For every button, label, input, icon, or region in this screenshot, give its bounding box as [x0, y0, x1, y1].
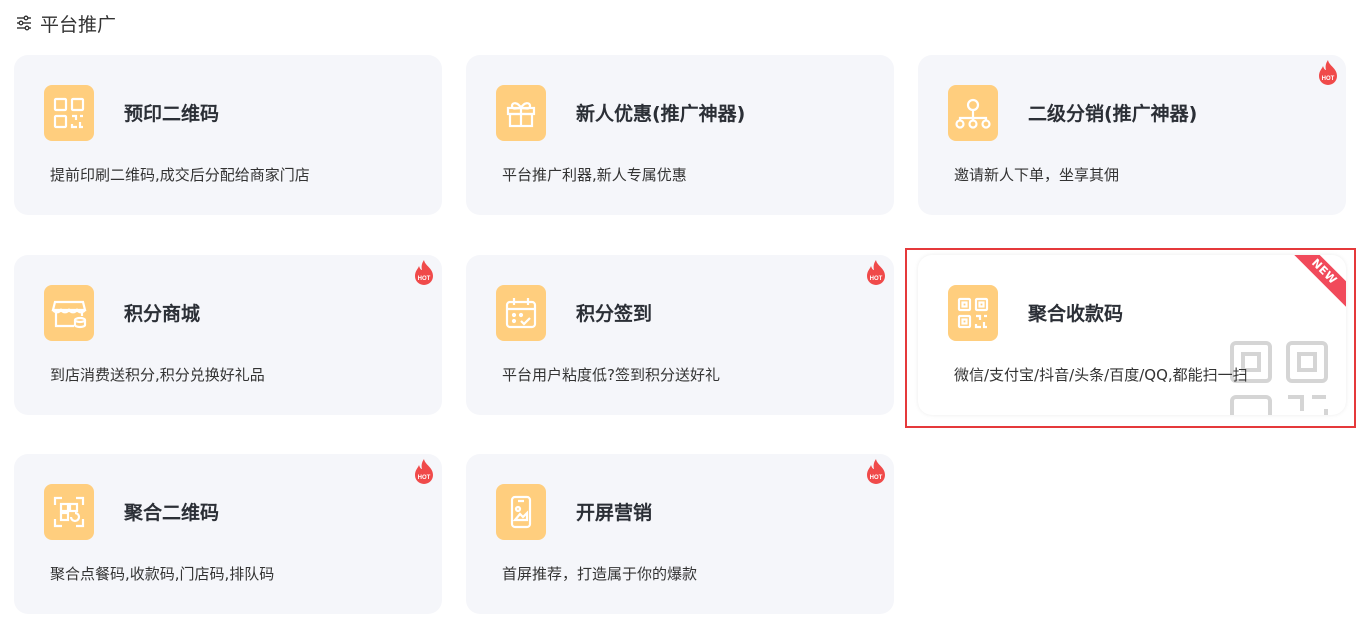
card-splash-marketing[interactable]: 开屏营销 首屏推荐，打造属于你的爆款 HOT	[466, 454, 894, 614]
store-icon	[44, 285, 94, 341]
gift-icon	[496, 85, 546, 141]
qrcode-icon	[44, 85, 94, 141]
card-desc: 邀请新人下单，坐享其佣	[954, 166, 1120, 184]
card-new-user-promo[interactable]: 新人优惠(推广神器) 平台推广利器,新人专属优惠	[466, 55, 894, 215]
card-title: 聚合收款码	[1028, 303, 1124, 325]
hot-badge-icon: HOT	[415, 260, 433, 285]
hot-badge-icon: HOT	[867, 260, 885, 285]
card-title: 积分商城	[124, 303, 201, 325]
hot-badge-label: HOT	[1322, 76, 1335, 82]
new-badge: NEW	[1285, 255, 1346, 311]
card-title: 开屏营销	[576, 502, 653, 524]
section-title: 平台推广	[40, 13, 117, 36]
hot-badge-icon: HOT	[415, 459, 433, 484]
card-title: 聚合二维码	[124, 502, 220, 524]
section-header: 平台推广	[16, 10, 116, 36]
hot-badge-icon: HOT	[1319, 60, 1337, 85]
hot-badge-label: HOT	[418, 475, 431, 481]
card-desc: 微信/支付宝/抖音/头条/百度/QQ,都能扫一扫	[954, 366, 1248, 384]
card-preprint-qr[interactable]: 预印二维码 提前印刷二维码,成交后分配给商家门店	[14, 55, 442, 215]
card-two-level-distribution[interactable]: 二级分销(推广神器) 邀请新人下单，坐享其佣 HOT	[918, 55, 1346, 215]
hot-badge-label: HOT	[418, 276, 431, 282]
card-title: 二级分销(推广神器)	[1028, 103, 1198, 125]
card-title: 新人优惠(推广神器)	[576, 103, 746, 125]
sliders-icon	[17, 15, 31, 31]
card-points-mall[interactable]: 积分商城 到店消费送积分,积分兑换好礼品 HOT	[14, 255, 442, 415]
calendar-check-icon	[496, 285, 546, 341]
card-desc: 到店消费送积分,积分兑换好礼品	[50, 366, 265, 384]
hot-badge-label: HOT	[870, 475, 883, 481]
hot-badge-icon: HOT	[867, 459, 885, 484]
network-icon	[948, 85, 998, 141]
card-title: 积分签到	[576, 303, 653, 325]
card-desc: 聚合点餐码,收款码,门店码,排队码	[50, 565, 275, 583]
scan-qr-icon	[44, 484, 94, 540]
qrcode-icon	[948, 285, 998, 341]
phone-image-icon	[496, 484, 546, 540]
card-desc: 首屏推荐，打造属于你的爆款	[502, 565, 698, 583]
card-title: 预印二维码	[124, 103, 220, 125]
card-points-checkin[interactable]: 积分签到 平台用户粘度低?签到积分送好礼 HOT	[466, 255, 894, 415]
card-desc: 提前印刷二维码,成交后分配给商家门店	[50, 166, 310, 184]
card-desc: 平台用户粘度低?签到积分送好礼	[502, 366, 720, 384]
card-aggregate-payment-code[interactable]: 聚合收款码 微信/支付宝/抖音/头条/百度/QQ,都能扫一扫 NEW	[918, 255, 1346, 415]
hot-badge-label: HOT	[870, 276, 883, 282]
card-desc: 平台推广利器,新人专属优惠	[502, 166, 687, 184]
card-aggregate-qr[interactable]: 聚合二维码 聚合点餐码,收款码,门店码,排队码 HOT	[14, 454, 442, 614]
